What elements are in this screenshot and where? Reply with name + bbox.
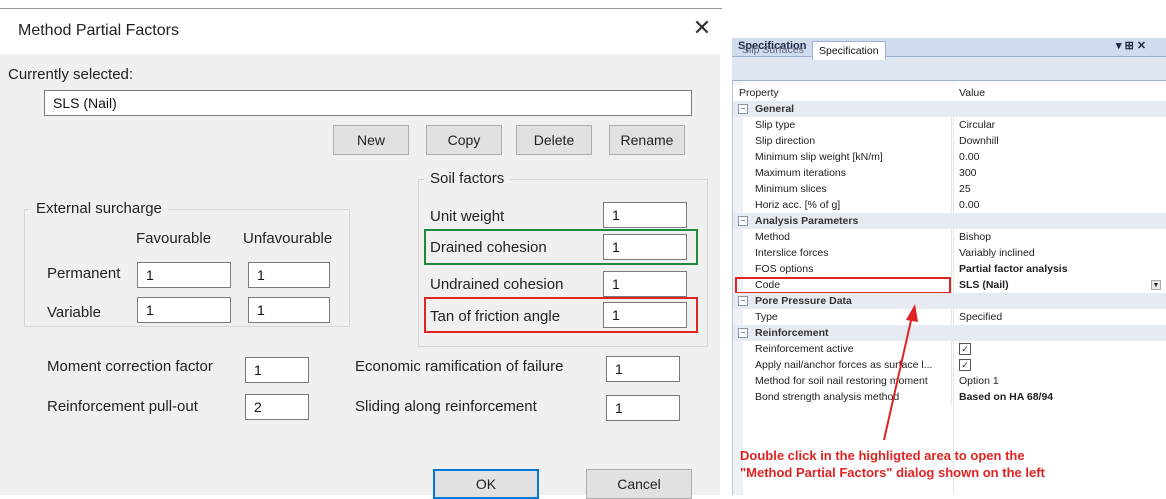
favourable-header: Favourable — [136, 230, 212, 247]
tan-friction-field[interactable]: 1 — [603, 302, 687, 328]
copy-button[interactable]: Copy — [426, 125, 502, 155]
variable-favourable-field[interactable]: 1 — [137, 297, 231, 323]
unit-weight-label: Unit weight — [430, 208, 505, 225]
new-button[interactable]: New — [333, 125, 409, 155]
permanent-favourable-field[interactable]: 1 — [137, 262, 231, 288]
currently-selected-field[interactable]: SLS (Nail) — [44, 90, 692, 116]
unfavourable-header: Unfavourable — [243, 230, 333, 247]
annotation-text: Double click in the highligted area to o… — [740, 447, 1045, 481]
undrained-cohesion-field[interactable]: 1 — [603, 271, 687, 297]
variable-label: Variable — [47, 304, 101, 321]
unit-weight-field[interactable]: 1 — [603, 202, 687, 228]
reinforcement-pullout-label: Reinforcement pull-out — [47, 398, 198, 415]
specification-panel: Specification ▾ ⊞ ✕ Slip Surfaces Specif… — [732, 38, 1166, 495]
rename-button[interactable]: Rename — [609, 125, 685, 155]
reinforcement-pullout-field[interactable]: 2 — [245, 394, 309, 420]
currently-selected-label: Currently selected: — [8, 66, 134, 83]
economic-ramification-field[interactable]: 1 — [606, 356, 680, 382]
variable-unfavourable-field[interactable]: 1 — [248, 297, 330, 323]
annotation-arrow — [883, 304, 918, 441]
close-icon[interactable]: ✕ — [690, 16, 714, 40]
moment-correction-label: Moment correction factor — [47, 358, 213, 375]
permanent-label: Permanent — [47, 265, 121, 282]
economic-ramification-label: Economic ramification of failure — [355, 358, 564, 375]
annotation-line-1: Double click in the highligted area to o… — [740, 448, 1025, 463]
delete-button[interactable]: Delete — [516, 125, 592, 155]
tan-friction-label: Tan of friction angle — [430, 308, 561, 325]
drained-cohesion-label: Drained cohesion — [430, 239, 547, 256]
top-divider — [0, 8, 722, 9]
sliding-reinforcement-field[interactable]: 1 — [606, 395, 680, 421]
drained-cohesion-field[interactable]: 1 — [603, 234, 687, 260]
undrained-cohesion-label: Undrained cohesion — [430, 276, 564, 293]
soil-factors-title: Soil factors — [424, 170, 511, 187]
dialog-body: Currently selected: SLS (Nail) New Copy … — [0, 54, 720, 499]
external-surcharge-title: External surcharge — [30, 200, 168, 217]
dialog-title: Method Partial Factors — [18, 22, 179, 39]
moment-correction-field[interactable]: 1 — [245, 357, 309, 383]
permanent-unfavourable-field[interactable]: 1 — [248, 262, 330, 288]
sliding-reinforcement-label: Sliding along reinforcement — [355, 398, 537, 415]
annotation-line-2: "Method Partial Factors" dialog shown on… — [740, 465, 1045, 480]
method-partial-factors-dialog: Method Partial Factors ✕ Currently selec… — [0, 0, 722, 499]
